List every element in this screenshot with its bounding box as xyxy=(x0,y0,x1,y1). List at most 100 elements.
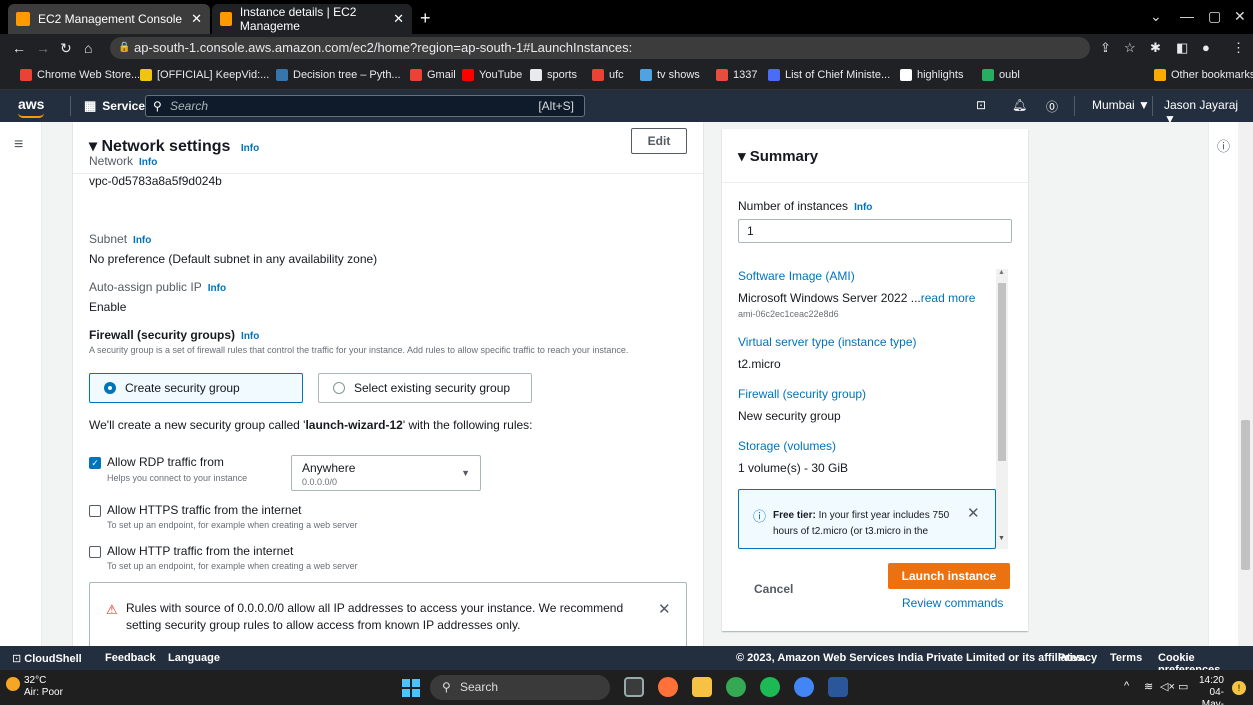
firefox-icon[interactable] xyxy=(658,677,678,697)
edit-button[interactable]: Edit xyxy=(631,128,687,154)
scroll-thumb[interactable] xyxy=(998,283,1006,461)
network-settings-toggle[interactable]: ▾ Network settings Info xyxy=(89,136,259,156)
bookmark-7-icon xyxy=(640,69,652,81)
help-icon[interactable]: ⓪ xyxy=(1046,98,1058,115)
terms-link[interactable]: Terms xyxy=(1110,652,1142,664)
bookmark-5-icon xyxy=(530,69,542,81)
bookmark-item[interactable]: sports xyxy=(530,69,577,81)
grid-icon: ▦ xyxy=(84,98,97,113)
region-selector[interactable]: Mumbai ▼ xyxy=(1092,98,1150,112)
close-icon[interactable]: ✕ xyxy=(393,11,404,27)
storage-link[interactable]: Storage (volumes) xyxy=(738,439,836,453)
window-close-icon[interactable]: ✕ xyxy=(1234,8,1246,25)
info-link[interactable]: Info xyxy=(241,143,259,154)
profile-avatar-icon[interactable]: ● xyxy=(1202,40,1210,55)
dismiss-alert-icon[interactable]: ✕ xyxy=(658,600,671,618)
bookmark-item[interactable]: tv shows xyxy=(640,69,700,81)
forward-arrow-icon[interactable]: → xyxy=(36,40,50,56)
sidepanel-icon[interactable]: ◧ xyxy=(1176,40,1188,56)
info-link[interactable]: Info xyxy=(241,331,259,342)
tab-instance-details[interactable]: Instance details | EC2 Manageme ✕ xyxy=(212,4,412,34)
other-bookmarks[interactable]: Other bookmarks xyxy=(1154,69,1253,81)
scroll-up-icon[interactable]: ▲ xyxy=(998,269,1005,276)
bookmark-item[interactable]: 1337 xyxy=(716,69,757,81)
new-tab-plus-icon[interactable]: + xyxy=(420,8,431,29)
num-instances-input[interactable]: 1 xyxy=(738,219,1012,243)
create-security-group-option[interactable]: Create security group xyxy=(89,373,303,403)
tray-chevron-icon[interactable]: ^ xyxy=(1124,680,1129,692)
windows-start-icon[interactable] xyxy=(402,679,420,697)
share-icon[interactable]: ⇪ xyxy=(1100,40,1111,56)
url-input[interactable]: 🔒 ap-south-1.console.aws.amazon.com/ec2/… xyxy=(110,37,1090,59)
battery-icon[interactable]: ▭ xyxy=(1178,680,1188,693)
tab-ec2-console[interactable]: EC2 Management Console ✕ xyxy=(8,4,210,34)
http-checkbox[interactable] xyxy=(89,546,101,558)
maximize-icon[interactable]: ▢ xyxy=(1208,8,1221,25)
rdp-checkbox[interactable]: ✓ xyxy=(89,457,101,469)
notifications-bell-icon[interactable]: 🔔︎ xyxy=(1012,98,1027,112)
chrome-profile-icon[interactable] xyxy=(794,677,814,697)
summary-toggle[interactable]: ▾ Summary xyxy=(738,147,818,165)
rdp-source-select[interactable]: Anywhere 0.0.0.0/0 ▼ xyxy=(291,455,481,491)
bookmark-item[interactable]: Decision tree – Pyth... xyxy=(276,69,401,81)
cancel-button[interactable]: Cancel xyxy=(738,577,808,601)
file-explorer-icon[interactable] xyxy=(692,677,712,697)
language-link[interactable]: Language xyxy=(168,652,220,664)
bookmark-item[interactable]: YouTube xyxy=(462,69,522,81)
aws-search-input[interactable]: ⚲ Search [Alt+S] xyxy=(145,95,585,117)
taskbar-clock[interactable]: 14:20 04-May-23 xyxy=(1194,675,1224,705)
https-checkbox[interactable] xyxy=(89,505,101,517)
volume-mute-icon[interactable]: ◁× xyxy=(1160,680,1175,693)
home-icon[interactable]: ⌂ xyxy=(84,40,92,56)
services-menu-button[interactable]: ▦ Services xyxy=(84,98,152,114)
weather-widget[interactable]: 32°C Air: Poor xyxy=(6,675,63,699)
close-icon[interactable]: ✕ xyxy=(191,11,202,27)
minimize-icon[interactable]: — xyxy=(1180,8,1194,24)
read-more-link[interactable]: read more xyxy=(921,291,976,305)
reload-icon[interactable]: ↻ xyxy=(60,40,72,57)
info-link[interactable]: Info xyxy=(139,157,157,168)
task-view-icon[interactable] xyxy=(624,677,644,697)
cloudshell-button[interactable]: ⊡ CloudShell xyxy=(12,652,82,665)
back-arrow-icon[interactable]: ← xyxy=(12,40,26,56)
word-icon[interactable] xyxy=(828,677,848,697)
subnet-value: No preference (Default subnet in any ava… xyxy=(89,252,378,266)
tab-search-chevron-icon[interactable]: ⌄ xyxy=(1150,8,1162,25)
bookmark-item[interactable]: Chrome Web Store... xyxy=(20,69,140,81)
notification-badge-icon[interactable]: ! xyxy=(1232,681,1246,695)
bookmark-item[interactable]: oubl xyxy=(982,69,1020,81)
wifi-icon[interactable]: ≋ xyxy=(1144,680,1153,693)
menu-kebab-icon[interactable]: ⋮ xyxy=(1232,40,1245,56)
info-link[interactable]: Info xyxy=(133,235,151,246)
page-scrollbar[interactable] xyxy=(1238,122,1253,646)
instance-type-link[interactable]: Virtual server type (instance type) xyxy=(738,335,917,349)
privacy-link[interactable]: Privacy xyxy=(1058,652,1097,664)
scroll-thumb[interactable] xyxy=(1241,420,1250,570)
bookmark-star-icon[interactable]: ☆ xyxy=(1124,40,1136,56)
bookmark-item[interactable]: highlights xyxy=(900,69,963,81)
taskbar-search-input[interactable]: ⚲ Search xyxy=(430,675,610,700)
bookmark-item[interactable]: [OFFICIAL] KeepVid:... xyxy=(140,69,269,81)
aws-logo[interactable]: aws xyxy=(18,96,45,118)
summary-scrollbar[interactable]: ▲ ▼ xyxy=(996,269,1008,549)
cloudshell-icon[interactable]: ⊡ xyxy=(976,98,986,112)
select-existing-security-group-option[interactable]: Select existing security group xyxy=(318,373,532,403)
scroll-down-icon[interactable]: ▼ xyxy=(998,535,1005,542)
hamburger-menu-icon[interactable]: ≡ xyxy=(14,136,23,154)
firewall-link[interactable]: Firewall (security group) xyxy=(738,387,866,401)
info-link[interactable]: Info xyxy=(854,202,872,213)
info-link[interactable]: Info xyxy=(208,283,226,294)
review-commands-link[interactable]: Review commands xyxy=(902,596,1003,610)
bookmark-item[interactable]: Gmail xyxy=(410,69,456,81)
bookmark-item[interactable]: List of Chief Ministe... xyxy=(768,69,890,81)
feedback-link[interactable]: Feedback xyxy=(105,652,156,664)
spotify-icon[interactable] xyxy=(760,677,780,697)
bookmark-item[interactable]: ufc xyxy=(592,69,624,81)
extensions-icon[interactable]: ✱ xyxy=(1150,40,1161,56)
info-circle-icon[interactable]: ⓘ xyxy=(1217,136,1230,155)
dismiss-alert-icon[interactable]: ✕ xyxy=(967,504,980,522)
ami-link[interactable]: Software Image (AMI) xyxy=(738,269,855,283)
num-instances-label: Number of instances Info xyxy=(738,199,873,213)
chrome-icon[interactable] xyxy=(726,677,746,697)
launch-instance-button[interactable]: Launch instance xyxy=(888,563,1010,589)
